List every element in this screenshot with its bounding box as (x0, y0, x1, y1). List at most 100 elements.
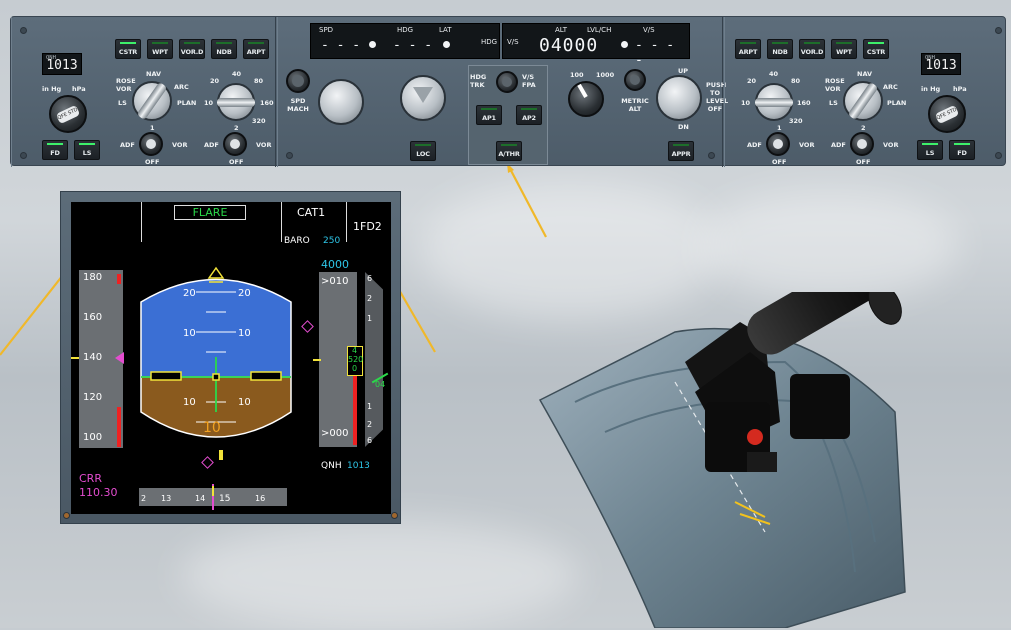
hpa-label: hPa (72, 85, 86, 93)
flight-control-unit: QNH 1013 in Hg hPa QFE STD FD LS CSTR WP… (10, 16, 1007, 167)
fma-cat: CAT1 (297, 206, 326, 219)
left-range-selector[interactable] (217, 83, 255, 121)
heading-tick-14: 14 (195, 494, 206, 503)
right-baro-knob[interactable]: QFE STD (928, 95, 966, 133)
left-mode-selector[interactable] (132, 81, 172, 121)
vs-mark-2-up: 2 (367, 294, 373, 303)
off1-label: OFF (145, 158, 160, 166)
alt-label: ALT (555, 26, 568, 34)
adf2-label: ADF (204, 141, 219, 149)
adf-vor-1-switch[interactable] (139, 132, 163, 156)
heading-tick-2: 2 (141, 494, 147, 503)
adf1-label: ADF (120, 141, 135, 149)
right-range-selector[interactable] (755, 83, 793, 121)
altitude-knob[interactable] (656, 75, 702, 121)
vs-label-left: V/S (507, 38, 519, 46)
altitude-managed-dot (621, 41, 628, 48)
left-cstr-button[interactable]: CSTR (115, 39, 141, 59)
athr-button[interactable]: A/THR (496, 141, 522, 161)
left-ls-button[interactable]: LS (74, 140, 100, 160)
altitude-increment-selector[interactable] (568, 81, 604, 117)
right-ndb-button[interactable]: NDB (767, 39, 793, 59)
right-cstr-button[interactable]: CSTR (863, 39, 889, 59)
adf-vor-1-num: 1 (150, 124, 155, 132)
speed-managed-dot (369, 41, 376, 48)
pitch-10-up-right: 10 (238, 328, 251, 339)
right-adf-vor-2-switch[interactable] (850, 132, 874, 156)
altitude-value: 04000 (539, 35, 599, 56)
off2-label: OFF (229, 158, 244, 166)
left-wpt-button[interactable]: WPT (147, 39, 173, 59)
nav-label: NAV (146, 70, 162, 78)
ils-frequency: 110.30 (79, 486, 118, 499)
r-off2-label: OFF (856, 158, 871, 166)
right-wpt-button[interactable]: WPT (831, 39, 857, 59)
spd-hdg-display: SPD HDG LAT HDG - - - - - - (310, 23, 500, 59)
pitch-20-up: 20 (183, 288, 196, 299)
range-10-label: 10 (204, 99, 214, 107)
heading-tick-16: 16 (255, 494, 266, 503)
left-ndb-button[interactable]: NDB (211, 39, 237, 59)
push-level-off-label: PUSH TO LEVEL OFF (706, 81, 729, 113)
metric-alt-button[interactable] (624, 69, 646, 91)
right-fd-button[interactable]: FD (949, 140, 975, 160)
r-vor2-label: VOR (883, 141, 899, 149)
appr-button[interactable]: APPR (668, 141, 694, 161)
right-efis-panel: ARPT NDB VOR.D WPT CSTR 20 40 80 10 160 … (724, 17, 1007, 167)
vertical-speed-value: - - - - (635, 38, 675, 68)
baro-label: BARO (284, 236, 310, 246)
pitch-10-down: 10 (183, 397, 196, 408)
adf-vor-2-num: 2 (234, 124, 239, 132)
left-baro-knob[interactable]: QFE STD (49, 95, 87, 133)
speed-tick-100: 100 (83, 432, 103, 443)
r-rose-label: ROSE (825, 77, 845, 85)
altitude-tick-bottom: >000 (321, 428, 349, 439)
ap2-button[interactable]: AP2 (516, 105, 542, 125)
r-range-10-label: 10 (741, 99, 751, 107)
right-arpt-button[interactable]: ARPT (735, 39, 761, 59)
vertical-speed-readout: 04 (375, 380, 386, 389)
speed-knob[interactable] (318, 79, 364, 125)
range-160-label: 160 (260, 99, 274, 107)
left-fd-button[interactable]: FD (42, 140, 68, 160)
hdg-vs-trk-fpa-button[interactable] (496, 71, 518, 93)
r-adf-vor-1-num: 1 (777, 124, 782, 132)
vs-mark-6-up: 6 (367, 274, 373, 283)
up-label: UP (678, 67, 689, 75)
heading-tick-13: 13 (161, 494, 172, 503)
plan-label: PLAN (177, 99, 197, 107)
thrust-lever-quadrant[interactable] (535, 292, 915, 628)
left-qnh-display: QNH 1013 (42, 53, 82, 75)
pitch-20-up-right: 20 (238, 288, 251, 299)
vs-mark-6-down: 6 (367, 436, 373, 445)
right-vord-button[interactable]: VOR.D (799, 39, 825, 59)
left-arpt-button[interactable]: ARPT (243, 39, 269, 59)
loc-button[interactable]: LOC (410, 141, 436, 161)
right-ls-button[interactable]: LS (917, 140, 943, 160)
r-ls-label: LS (829, 99, 838, 107)
heading-knob[interactable] (400, 75, 446, 121)
altitude-tick-top: >010 (321, 276, 349, 287)
right-mode-selector[interactable] (843, 81, 883, 121)
left-vord-button[interactable]: VOR.D (179, 39, 205, 59)
localizer-diamond (301, 320, 314, 333)
heading-tick-15: 15 (219, 494, 231, 504)
r-off1-label: OFF (772, 158, 787, 166)
speed-tick-120: 120 (83, 392, 103, 403)
adf-vor-2-switch[interactable] (223, 132, 247, 156)
vor-label: VOR (116, 85, 132, 93)
fma-flare: FLARE (174, 205, 246, 220)
fcu-center-panel: SPD HDG LAT HDG - - - - - - V/S ALT LVL/… (277, 17, 729, 167)
speed-tick-140: 140 (83, 352, 103, 363)
spd-mach-label: SPD MACH (287, 97, 309, 113)
r-range-160-label: 160 (797, 99, 811, 107)
ap1-button[interactable]: AP1 (476, 105, 502, 125)
right-adf-vor-1-switch[interactable] (766, 132, 790, 156)
pitch-10-up: 10 (183, 328, 196, 339)
target-altitude: 4000 (321, 258, 349, 271)
vs-mark-1-up: 1 (367, 314, 373, 323)
spd-mach-button[interactable] (286, 69, 310, 93)
range-80-label: 80 (254, 77, 264, 85)
vs-label: V/S (643, 26, 655, 34)
heading-managed-dot (443, 41, 450, 48)
